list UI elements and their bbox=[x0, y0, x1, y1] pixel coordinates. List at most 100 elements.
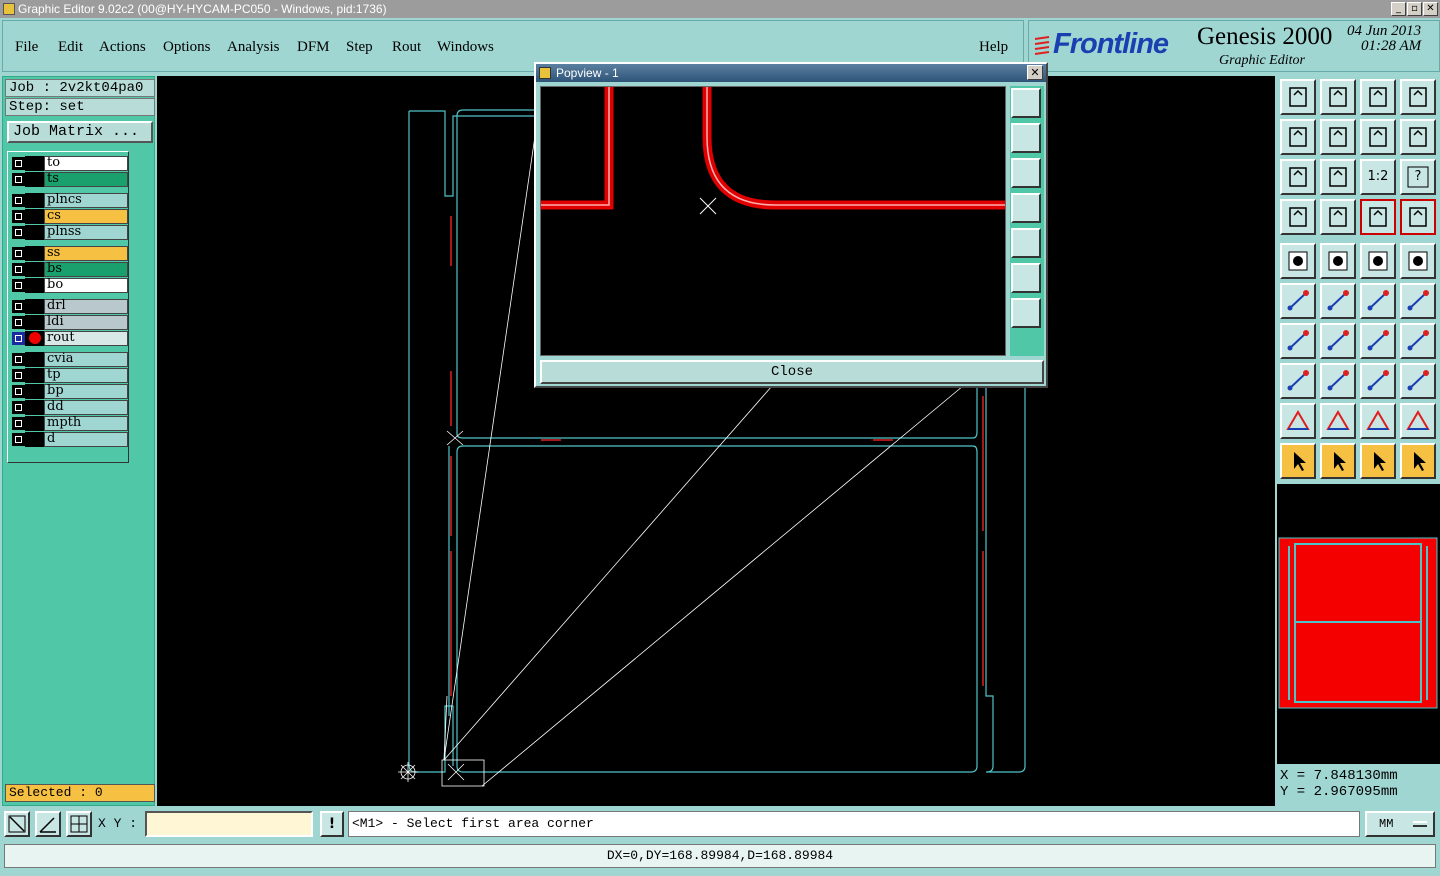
layer-name[interactable]: to bbox=[44, 156, 128, 171]
snap-grid-icon[interactable] bbox=[66, 811, 92, 837]
layer-name[interactable]: d bbox=[44, 432, 128, 447]
layer-name[interactable]: dd bbox=[44, 400, 128, 415]
layer-row-tp[interactable]: tp bbox=[10, 368, 128, 383]
layer-name[interactable]: cvia bbox=[44, 352, 128, 367]
layer-checkbox-icon[interactable] bbox=[12, 316, 25, 329]
layer-checkbox-icon[interactable] bbox=[12, 417, 25, 430]
layer-filter-icon[interactable] bbox=[1360, 199, 1396, 235]
arc-alt-icon[interactable] bbox=[1360, 403, 1396, 439]
layer-row-drl[interactable]: drl bbox=[10, 299, 128, 314]
pad-link-alt-icon[interactable] bbox=[1400, 283, 1436, 319]
layer-row-to[interactable]: to bbox=[10, 156, 128, 171]
popview-zoom-in-icon[interactable] bbox=[1011, 263, 1041, 293]
maximize-button[interactable]: ▫ bbox=[1407, 2, 1422, 16]
help-icon[interactable]: ? bbox=[1400, 159, 1436, 195]
view-bottom-icon[interactable] bbox=[1320, 79, 1356, 115]
pointer-icon[interactable] bbox=[1280, 443, 1316, 479]
layer-row-plnss[interactable]: plnss bbox=[10, 225, 128, 240]
line-edit-icon[interactable] bbox=[1320, 323, 1356, 359]
menu-file[interactable]: File bbox=[15, 39, 38, 56]
zoom-out-icon[interactable] bbox=[1320, 159, 1356, 195]
layer-checkbox-icon[interactable] bbox=[12, 263, 25, 276]
menu-rout[interactable]: Rout bbox=[392, 39, 421, 56]
board-overview[interactable] bbox=[1277, 484, 1440, 764]
menu-actions[interactable]: Actions bbox=[99, 39, 146, 56]
layer-row-d[interactable]: d bbox=[10, 432, 128, 447]
layer-row-cvia[interactable]: cvia bbox=[10, 352, 128, 367]
layer-name[interactable]: mpth bbox=[44, 416, 128, 431]
pan-left-icon[interactable] bbox=[1280, 119, 1316, 155]
menu-step[interactable]: Step bbox=[346, 39, 373, 56]
snap-icon[interactable] bbox=[1320, 199, 1356, 235]
layer-row-bs[interactable]: bs bbox=[10, 262, 128, 277]
layer-checkbox-icon[interactable] bbox=[12, 226, 25, 239]
popview-close-x-button[interactable]: ✕ bbox=[1027, 65, 1043, 80]
layer-row-bo[interactable]: bo bbox=[10, 278, 128, 293]
popview-pan-down-icon[interactable] bbox=[1011, 158, 1041, 188]
layer-checkbox-icon[interactable] bbox=[12, 173, 25, 186]
layer-row-cs[interactable]: cs bbox=[10, 209, 128, 224]
layer-name[interactable]: plncs bbox=[44, 193, 128, 208]
pan-right-icon[interactable] bbox=[1320, 119, 1356, 155]
layer-row-plncs[interactable]: plncs bbox=[10, 193, 128, 208]
minus-icon[interactable] bbox=[1320, 363, 1356, 399]
snap-angle-icon[interactable] bbox=[35, 811, 61, 837]
layer-row-bp[interactable]: bp bbox=[10, 384, 128, 399]
layer-name[interactable]: drl bbox=[44, 299, 128, 314]
layer-checkbox-icon[interactable] bbox=[12, 247, 25, 260]
popview-zoom-out-icon[interactable] bbox=[1011, 298, 1041, 328]
home-icon[interactable] bbox=[1360, 79, 1396, 115]
layer-checkbox-icon[interactable] bbox=[12, 279, 25, 292]
shapes-icon[interactable] bbox=[1400, 363, 1436, 399]
layer-checkbox-icon[interactable] bbox=[12, 385, 25, 398]
layer-checkbox-icon[interactable] bbox=[12, 332, 25, 345]
menu-dfm[interactable]: DFM bbox=[297, 39, 330, 56]
layer-name[interactable]: bs bbox=[44, 262, 128, 277]
layer-checkbox-icon[interactable] bbox=[12, 210, 25, 223]
execute-button[interactable]: ! bbox=[320, 811, 344, 837]
split-icon[interactable] bbox=[1400, 323, 1436, 359]
layer-checkbox-icon[interactable] bbox=[12, 157, 25, 170]
popview-pan-up-icon[interactable] bbox=[1011, 123, 1041, 153]
layer-name[interactable]: plnss bbox=[44, 225, 128, 240]
layer-row-rout[interactable]: rout bbox=[10, 331, 128, 346]
popview-pan-left-icon[interactable] bbox=[1011, 193, 1041, 223]
minimize-button[interactable]: _ bbox=[1391, 2, 1406, 16]
menu-options[interactable]: Options bbox=[163, 39, 211, 56]
layer-row-ts[interactable]: ts bbox=[10, 172, 128, 187]
layer-checkbox-icon[interactable] bbox=[12, 300, 25, 313]
layer-name[interactable]: bo bbox=[44, 278, 128, 293]
xy-input[interactable] bbox=[145, 811, 313, 837]
split-view-icon[interactable] bbox=[1400, 79, 1436, 115]
menu-edit[interactable]: Edit bbox=[58, 39, 83, 56]
layer-checkbox-icon[interactable] bbox=[12, 194, 25, 207]
ratio-icon[interactable]: 1:2 bbox=[1360, 159, 1396, 195]
angle-icon[interactable] bbox=[1280, 323, 1316, 359]
pointer-select-icon[interactable] bbox=[1360, 443, 1396, 479]
popview-close-button[interactable]: Close bbox=[540, 360, 1044, 384]
select-pad-icon[interactable] bbox=[1280, 243, 1316, 279]
rotate-icon[interactable] bbox=[1360, 323, 1396, 359]
popview-canvas[interactable] bbox=[540, 86, 1006, 356]
layer-checkbox-icon[interactable] bbox=[12, 369, 25, 382]
popview-zoom-window-icon[interactable] bbox=[1011, 88, 1041, 118]
pointer-box-icon[interactable] bbox=[1320, 443, 1356, 479]
arc-icon[interactable] bbox=[1320, 403, 1356, 439]
menu-analysis[interactable]: Analysis bbox=[227, 39, 280, 56]
ruler-icon[interactable] bbox=[1360, 243, 1396, 279]
layer-name[interactable]: bp bbox=[44, 384, 128, 399]
layer-row-ss[interactable]: ss bbox=[10, 246, 128, 261]
net-icon[interactable] bbox=[1280, 283, 1316, 319]
layer-name[interactable]: rout bbox=[44, 331, 128, 346]
redraw-icon[interactable] bbox=[1400, 119, 1436, 155]
cross-icon[interactable] bbox=[1320, 283, 1356, 319]
layer-name[interactable]: ts bbox=[44, 172, 128, 187]
units-select[interactable]: MM bbox=[1365, 811, 1435, 837]
layer-row-ldi[interactable]: ldi bbox=[10, 315, 128, 330]
job-matrix-button[interactable]: Job Matrix ... bbox=[7, 121, 153, 143]
menu-windows[interactable]: Windows bbox=[437, 39, 494, 56]
arc-cross-icon[interactable] bbox=[1400, 403, 1436, 439]
dimension-icon[interactable] bbox=[1360, 363, 1396, 399]
zoom-in-icon[interactable] bbox=[1280, 159, 1316, 195]
layer-checkbox-icon[interactable] bbox=[12, 401, 25, 414]
